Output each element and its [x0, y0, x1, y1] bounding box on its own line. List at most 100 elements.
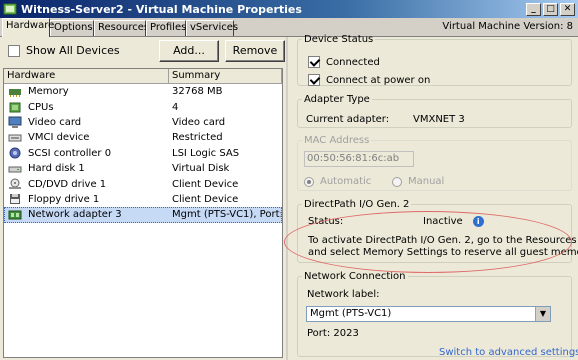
hardware-cell: Memory: [4, 86, 169, 98]
adapter-type-legend: Adapter Type: [304, 94, 370, 105]
remove-device-button[interactable]: Remove: [225, 40, 285, 62]
table-row[interactable]: Floppy drive 1 Client Device: [4, 192, 282, 207]
directpath-message-line-2: and select Memory Settings to reserve al…: [308, 247, 578, 258]
hardware-name: SCSI controller 0: [28, 147, 112, 159]
close-button[interactable]: ✕: [560, 2, 575, 16]
memory-icon: [9, 88, 21, 97]
table-header: Hardware Summary: [4, 69, 282, 84]
hardware-name: CD/DVD drive 1: [28, 178, 107, 190]
hardware-cell: CPUs: [4, 101, 169, 113]
current-adapter-label: Current adapter:: [306, 114, 390, 125]
table-row[interactable]: CD/DVD drive 1 Client Device: [4, 176, 282, 191]
table-row[interactable]: SCSI controller 0 LSI Logic SAS: [4, 146, 282, 161]
tab-options[interactable]: Options: [50, 20, 94, 36]
network-label-select[interactable]: Mgmt (PTS-VC1) ▼: [306, 306, 551, 322]
mac-manual-option: Manual: [392, 176, 444, 187]
hardware-name: VMCI device: [28, 132, 90, 144]
device-details-panel: Device Status Connected Connect at power…: [288, 34, 578, 360]
table-row[interactable]: Network adapter 3 Mgmt (PTS-VC1), Port:..…: [4, 207, 282, 223]
vm-version-label: Virtual Machine Version: 8: [442, 21, 573, 32]
hardware-cell: CD/DVD drive 1: [4, 178, 169, 190]
hardware-table: Hardware Summary Memory 32768 MB CPUs 4 Vide…: [3, 68, 283, 358]
mac-manual-label: Manual: [408, 176, 445, 187]
hard-disk-icon: [8, 166, 22, 173]
hardware-name: Memory: [28, 86, 69, 98]
hardware-cell: Video card: [4, 116, 169, 129]
video-card-icon: [8, 116, 22, 129]
hardware-name: CPUs: [28, 101, 54, 113]
hardware-cell: SCSI controller 0: [4, 147, 169, 159]
current-adapter-row: Current adapter:: [306, 114, 389, 125]
directpath-group: DirectPath I/O Gen. 2 Status: Inactive i…: [297, 199, 578, 263]
network-adapter-icon: [8, 210, 22, 220]
table-row[interactable]: Memory 32768 MB: [4, 84, 282, 99]
title-bar: Witness-Server2 - Virtual Machine Proper…: [0, 0, 578, 18]
network-label-caption: Network label:: [307, 289, 380, 300]
add-device-button[interactable]: Add...: [159, 40, 219, 62]
show-all-devices-checkbox[interactable]: [8, 44, 20, 57]
directpath-message-text-1: To activate DirectPath I/O Gen. 2, go to…: [308, 235, 578, 246]
directpath-status-label: Status:: [308, 216, 344, 227]
summary-cell: 4: [172, 101, 179, 113]
network-connection-legend: Network Connection: [304, 271, 406, 282]
connected-option[interactable]: Connected: [308, 56, 380, 68]
connected-checkbox[interactable]: [308, 56, 320, 68]
hardware-name: Video card: [28, 116, 82, 128]
maximize-button[interactable]: □: [543, 2, 558, 16]
tab-vservices[interactable]: vServices: [186, 20, 238, 36]
minimize-button[interactable]: _: [526, 2, 541, 16]
hardware-cell: Network adapter 3: [4, 209, 169, 221]
hardware-name: Floppy drive 1: [28, 193, 100, 205]
summary-cell: Mgmt (PTS-VC1), Port:...: [172, 209, 282, 221]
mac-address-group: MAC Address 00:50:56:81:6c:ab Automatic …: [297, 135, 572, 191]
port-row: Port: 2023: [307, 328, 359, 339]
vmci-device-icon: [8, 134, 22, 142]
summary-cell: 32768 MB: [172, 86, 223, 98]
connect-at-power-on-option[interactable]: Connect at power on: [308, 74, 430, 86]
summary-cell: Video card: [172, 116, 226, 128]
summary-cell: Client Device: [172, 193, 239, 205]
tab-resources[interactable]: Resources: [94, 20, 149, 36]
dropdown-arrow-icon[interactable]: ▼: [535, 307, 550, 321]
show-all-devices-option[interactable]: Show All Devices: [8, 44, 120, 57]
summary-cell: Client Device: [172, 178, 239, 190]
adapter-type-group: Adapter Type Current adapter: VMXNET 3: [297, 94, 572, 128]
directpath-legend: DirectPath I/O Gen. 2: [304, 199, 410, 210]
mac-automatic-label: Automatic: [320, 176, 372, 187]
cd-dvd-drive-icon: [9, 178, 21, 190]
directpath-status-row: Status:: [308, 216, 343, 227]
switch-to-advanced-settings-link[interactable]: Switch to advanced settings: [439, 347, 578, 358]
table-row[interactable]: Video card Video card: [4, 115, 282, 130]
current-adapter-value: VMXNET 3: [413, 114, 465, 125]
directpath-status-value-row: Inactive i: [423, 216, 484, 227]
device-status-legend: Device Status: [304, 34, 374, 45]
connect-at-power-on-label: Connect at power on: [326, 74, 431, 86]
current-adapter-value-row: VMXNET 3: [413, 114, 465, 125]
connected-label: Connected: [326, 56, 380, 68]
table-row[interactable]: Hard disk 1 Virtual Disk: [4, 161, 282, 176]
vm-app-icon: [3, 3, 17, 15]
column-header-hardware[interactable]: Hardware: [4, 69, 169, 83]
table-row[interactable]: CPUs 4: [4, 99, 282, 114]
hardware-cell: Hard disk 1: [4, 163, 169, 175]
hardware-name: Hard disk 1: [28, 163, 85, 175]
connect-at-power-on-checkbox[interactable]: [308, 74, 320, 86]
summary-cell: Restricted: [172, 132, 223, 144]
tab-hardware[interactable]: Hardware: [2, 18, 54, 37]
network-label-row: Network label:: [307, 289, 380, 300]
column-header-summary[interactable]: Summary: [169, 69, 282, 83]
directpath-message-text-2: and select Memory Settings to reserve al…: [308, 247, 578, 258]
hardware-panel: Show All Devices Add... Remove Hardware …: [0, 37, 286, 360]
info-icon[interactable]: i: [472, 216, 484, 227]
mac-automatic-option: Automatic: [304, 176, 371, 187]
mac-automatic-radio: [304, 176, 314, 187]
port-label: Port: 2023: [307, 328, 359, 339]
table-row[interactable]: VMCI device Restricted: [4, 130, 282, 145]
directpath-status-value: Inactive: [423, 216, 463, 227]
device-status-group: Device Status Connected Connect at power…: [297, 34, 572, 86]
hardware-cell: VMCI device: [4, 132, 169, 144]
mac-manual-radio: [392, 176, 402, 187]
tab-profiles[interactable]: Profiles: [146, 20, 186, 36]
hardware-name: Network adapter 3: [28, 209, 122, 221]
mac-address-field: 00:50:56:81:6c:ab: [304, 151, 414, 167]
